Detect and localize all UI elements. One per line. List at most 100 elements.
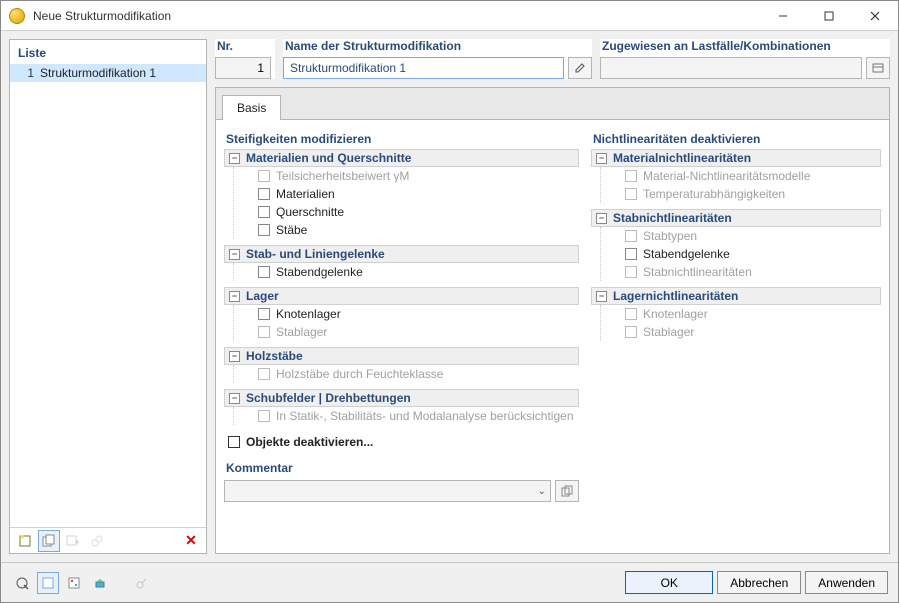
objekte-deaktivieren[interactable]: Objekte deaktivieren... bbox=[224, 425, 579, 453]
assigned-box: Zugewiesen an Lastfälle/Kombinationen bbox=[600, 39, 890, 79]
liste-toolbar: ✕ bbox=[10, 527, 206, 553]
settings-icon[interactable] bbox=[131, 572, 153, 594]
view3-icon[interactable] bbox=[89, 572, 111, 594]
group-holz[interactable]: − Holzstäbe bbox=[224, 347, 579, 365]
checkbox[interactable] bbox=[625, 266, 637, 278]
dialog-body: Liste 1 Strukturmodifikation 1 bbox=[1, 31, 898, 562]
assigned-picker-icon[interactable] bbox=[866, 57, 890, 79]
checkbox[interactable] bbox=[258, 410, 270, 422]
nonlin-title: Nichtlinearitäten deaktivieren bbox=[591, 128, 881, 149]
checkbox[interactable] bbox=[258, 326, 270, 338]
name-label: Name der Strukturmodifikation bbox=[283, 39, 592, 57]
assigned-input[interactable] bbox=[600, 57, 862, 79]
kommentar-section: Kommentar ⌄ bbox=[224, 453, 579, 502]
group-gelenke[interactable]: − Stab- und Liniengelenke bbox=[224, 245, 579, 263]
chevron-down-icon: ⌄ bbox=[538, 486, 546, 497]
item-querschnitte[interactable]: Querschnitte bbox=[234, 203, 579, 221]
item-teilsicherheit[interactable]: Teilsicherheitsbeiwert γM bbox=[234, 167, 579, 185]
apply-button[interactable]: Anwenden bbox=[805, 571, 888, 594]
checkbox[interactable] bbox=[228, 436, 240, 448]
checkbox[interactable] bbox=[258, 224, 270, 236]
item-knotenlager[interactable]: Knotenlager bbox=[234, 305, 579, 323]
dialog-window: Neue Strukturmodifikation Liste 1 Strukt… bbox=[0, 0, 899, 603]
item-stablager[interactable]: Stablager bbox=[234, 323, 579, 341]
checkbox[interactable] bbox=[258, 266, 270, 278]
group-lagernl[interactable]: − Lagernichtlinearitäten bbox=[591, 287, 881, 305]
checkbox[interactable] bbox=[258, 308, 270, 320]
name-edit-icon[interactable] bbox=[568, 57, 592, 79]
new-icon[interactable] bbox=[14, 530, 36, 552]
link-icon[interactable] bbox=[86, 530, 108, 552]
item-matnl-modelle[interactable]: Material-Nichtlinearitätsmodelle bbox=[601, 167, 881, 185]
item-stabnl-stabtypen[interactable]: Stabtypen bbox=[601, 227, 881, 245]
item-stabendgelenke[interactable]: Stabendgelenke bbox=[234, 263, 579, 281]
maximize-button[interactable] bbox=[806, 1, 852, 30]
item-stabnl-stabnl[interactable]: Stabnichtlinearitäten bbox=[601, 263, 881, 281]
item-materialien[interactable]: Materialien bbox=[234, 185, 579, 203]
nr-box: Nr. bbox=[215, 39, 275, 79]
ok-button[interactable]: OK bbox=[625, 571, 713, 594]
nonlin-column: Nichtlinearitäten deaktivieren − Materia… bbox=[591, 128, 881, 545]
expander-icon[interactable]: − bbox=[596, 213, 607, 224]
group-materialien[interactable]: − Materialien und Querschnitte bbox=[224, 149, 579, 167]
kommentar-select[interactable]: ⌄ bbox=[224, 480, 551, 502]
help-icon[interactable] bbox=[11, 572, 33, 594]
tab-body: Steifigkeiten modifizieren − Materialien… bbox=[216, 120, 889, 553]
group-stabnl[interactable]: − Stabnichtlinearitäten bbox=[591, 209, 881, 227]
view2-icon[interactable] bbox=[63, 572, 85, 594]
expander-icon[interactable]: − bbox=[229, 153, 240, 164]
cancel-button[interactable]: Abbrechen bbox=[717, 571, 801, 594]
item-stabnl-stabendgelenke[interactable]: Stabendgelenke bbox=[601, 245, 881, 263]
delete-icon[interactable]: ✕ bbox=[180, 530, 202, 552]
checkbox[interactable] bbox=[625, 248, 637, 260]
checkbox[interactable] bbox=[258, 368, 270, 380]
copy-icon[interactable] bbox=[38, 530, 60, 552]
expander-icon[interactable]: − bbox=[596, 291, 607, 302]
tab-basis[interactable]: Basis bbox=[222, 95, 281, 120]
item-feuchte[interactable]: Holzstäbe durch Feuchteklasse bbox=[234, 365, 579, 383]
item-matnl-temp[interactable]: Temperaturabhängigkeiten bbox=[601, 185, 881, 203]
checkbox[interactable] bbox=[258, 206, 270, 218]
main-panel: Basis Steifigkeiten modifizieren − Mater… bbox=[215, 87, 890, 554]
item-lagernl-stab[interactable]: Stablager bbox=[601, 323, 881, 341]
nr-label: Nr. bbox=[215, 39, 275, 57]
checkbox[interactable] bbox=[258, 188, 270, 200]
nr-input[interactable] bbox=[215, 57, 271, 79]
group-matnl[interactable]: − Materialnichtlinearitäten bbox=[591, 149, 881, 167]
titlebar: Neue Strukturmodifikation bbox=[1, 1, 898, 31]
kommentar-copy-icon[interactable] bbox=[555, 480, 579, 502]
liste-item[interactable]: 1 Strukturmodifikation 1 bbox=[10, 64, 206, 82]
app-icon bbox=[9, 8, 25, 24]
liste-item-label: Strukturmodifikation 1 bbox=[40, 66, 156, 80]
liste-panel: Liste 1 Strukturmodifikation 1 bbox=[9, 39, 207, 554]
stiffness-title: Steifigkeiten modifizieren bbox=[224, 128, 579, 149]
checkbox[interactable] bbox=[625, 230, 637, 242]
expander-icon[interactable]: − bbox=[229, 291, 240, 302]
dropdown-icon[interactable] bbox=[62, 530, 84, 552]
item-staebe[interactable]: Stäbe bbox=[234, 221, 579, 239]
item-lagernl-knoten[interactable]: Knotenlager bbox=[601, 305, 881, 323]
expander-icon[interactable]: − bbox=[229, 393, 240, 404]
checkbox[interactable] bbox=[625, 170, 637, 182]
liste-item-index: 1 bbox=[16, 66, 34, 80]
checkbox[interactable] bbox=[625, 308, 637, 320]
view1-icon[interactable] bbox=[37, 572, 59, 594]
checkbox[interactable] bbox=[258, 170, 270, 182]
expander-icon[interactable]: − bbox=[229, 351, 240, 362]
checkbox[interactable] bbox=[625, 326, 637, 338]
minimize-button[interactable] bbox=[760, 1, 806, 30]
group-schub[interactable]: − Schubfelder | Drehbettungen bbox=[224, 389, 579, 407]
expander-icon[interactable]: − bbox=[596, 153, 607, 164]
name-box: Name der Strukturmodifikation bbox=[283, 39, 592, 79]
window-title: Neue Strukturmodifikation bbox=[33, 9, 760, 23]
assigned-label: Zugewiesen an Lastfälle/Kombinationen bbox=[600, 39, 890, 57]
right-column: Nr. Name der Strukturmodifikation Zugewi… bbox=[215, 39, 890, 554]
checkbox[interactable] bbox=[625, 188, 637, 200]
stiffness-column: Steifigkeiten modifizieren − Materialien… bbox=[224, 128, 579, 545]
close-button[interactable] bbox=[852, 1, 898, 30]
name-input[interactable] bbox=[283, 57, 564, 79]
liste-list[interactable]: 1 Strukturmodifikation 1 bbox=[10, 64, 206, 527]
expander-icon[interactable]: − bbox=[229, 249, 240, 260]
item-analyse[interactable]: In Statik-, Stabilitäts- und Modalanalys… bbox=[234, 407, 579, 425]
group-lager[interactable]: − Lager bbox=[224, 287, 579, 305]
